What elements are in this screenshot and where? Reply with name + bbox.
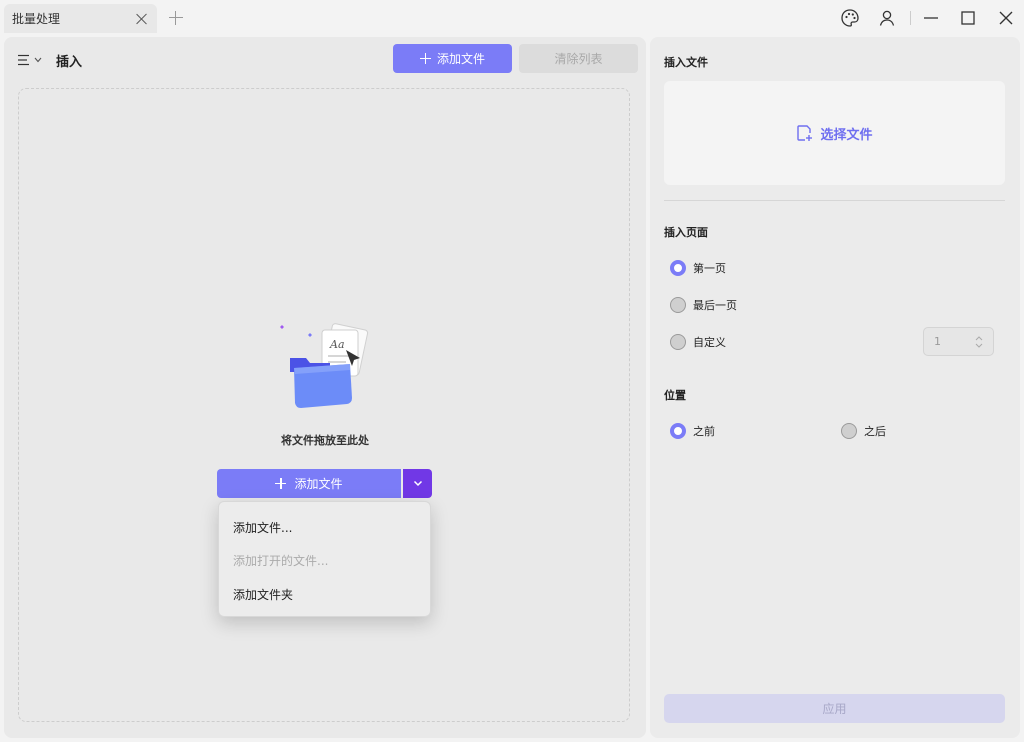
close-tab-icon[interactable] — [135, 12, 149, 26]
panel-title: 插入 — [56, 55, 83, 70]
plus-icon — [419, 53, 431, 64]
radio-after[interactable]: 之后 — [841, 423, 886, 439]
choose-file-button[interactable]: 选择文件 — [664, 81, 1005, 185]
tab-title: 批量处理 — [12, 12, 61, 26]
radio-button — [670, 297, 686, 313]
radio-first-page[interactable]: 第一页 — [670, 260, 726, 276]
custom-page-stepper[interactable]: 1 — [923, 327, 994, 356]
plus-icon — [275, 478, 287, 489]
user-icon[interactable] — [877, 8, 897, 28]
apply-button[interactable]: 应用 — [664, 694, 1005, 723]
radio-last-page[interactable]: 最后一页 — [670, 297, 737, 313]
chevron-up-icon — [975, 335, 983, 340]
radio-label: 之后 — [864, 425, 886, 438]
clear-list-button[interactable]: 清除列表 — [519, 44, 638, 73]
radio-label: 第一页 — [693, 262, 726, 275]
chevron-down-icon — [413, 480, 422, 487]
add-file-dropdown-toggle[interactable] — [403, 469, 432, 498]
menu-item-add-folder[interactable]: 添加文件夹 — [233, 586, 293, 603]
toolbar-divider — [910, 11, 911, 25]
radio-button — [841, 423, 857, 439]
add-files-label: 添加文件 — [436, 52, 485, 66]
menu-item-add-files[interactable]: 添加文件... — [233, 519, 292, 536]
drop-hint-text: 将文件拖放至此处 — [281, 434, 369, 447]
svg-text:Aa: Aa — [329, 338, 345, 351]
insert-settings-panel: 插入文件 选择文件 插入页面 第一页 最后一页 自定义 1 位置 之前 之后 应… — [650, 37, 1020, 738]
radio-before[interactable]: 之前 — [670, 423, 715, 439]
file-add-icon — [797, 125, 813, 141]
radio-custom-page[interactable]: 自定义 — [670, 334, 726, 350]
radio-label: 自定义 — [693, 336, 726, 349]
position-heading: 位置 — [664, 389, 686, 402]
minimize-icon[interactable] — [921, 8, 941, 28]
palette-icon[interactable] — [840, 8, 860, 28]
choose-file-label: 选择文件 — [820, 127, 873, 143]
section-divider — [664, 200, 1005, 201]
insert-file-heading: 插入文件 — [664, 56, 708, 69]
add-file-dropdown-menu: 添加文件... 添加打开的文件... 添加文件夹 — [218, 501, 431, 617]
insert-page-heading: 插入页面 — [664, 226, 708, 239]
file-list-panel: 插入 添加文件 清除列表 Aa 将文件拖放至此处 添加文件 添加文件... 添加… — [4, 37, 646, 738]
folder-files-illustration: Aa — [280, 323, 369, 408]
radio-button-selected — [670, 260, 686, 276]
new-tab-icon[interactable] — [168, 10, 184, 26]
radio-button-selected — [670, 423, 686, 439]
tab-batch-process[interactable]: 批量处理 — [4, 4, 157, 33]
menu-item-add-open-files[interactable]: 添加打开的文件... — [233, 552, 328, 569]
list-menu-icon — [18, 54, 29, 66]
add-file-split-button[interactable]: 添加文件 — [217, 469, 401, 498]
radio-button — [670, 334, 686, 350]
chevron-down-icon — [34, 57, 42, 63]
clear-list-label: 清除列表 — [554, 52, 603, 66]
apply-label: 应用 — [822, 702, 847, 716]
maximize-icon[interactable] — [958, 8, 978, 28]
custom-page-value: 1 — [934, 335, 941, 348]
add-files-button[interactable]: 添加文件 — [393, 44, 512, 73]
stepper-arrows[interactable] — [975, 335, 983, 348]
chevron-down-icon — [975, 343, 983, 348]
title-bar: 批量处理 — [0, 0, 1024, 36]
menu-toggle[interactable] — [18, 53, 44, 67]
radio-label: 之前 — [693, 425, 715, 438]
radio-label: 最后一页 — [693, 299, 737, 312]
close-icon[interactable] — [996, 8, 1016, 28]
add-file-label: 添加文件 — [294, 477, 343, 491]
